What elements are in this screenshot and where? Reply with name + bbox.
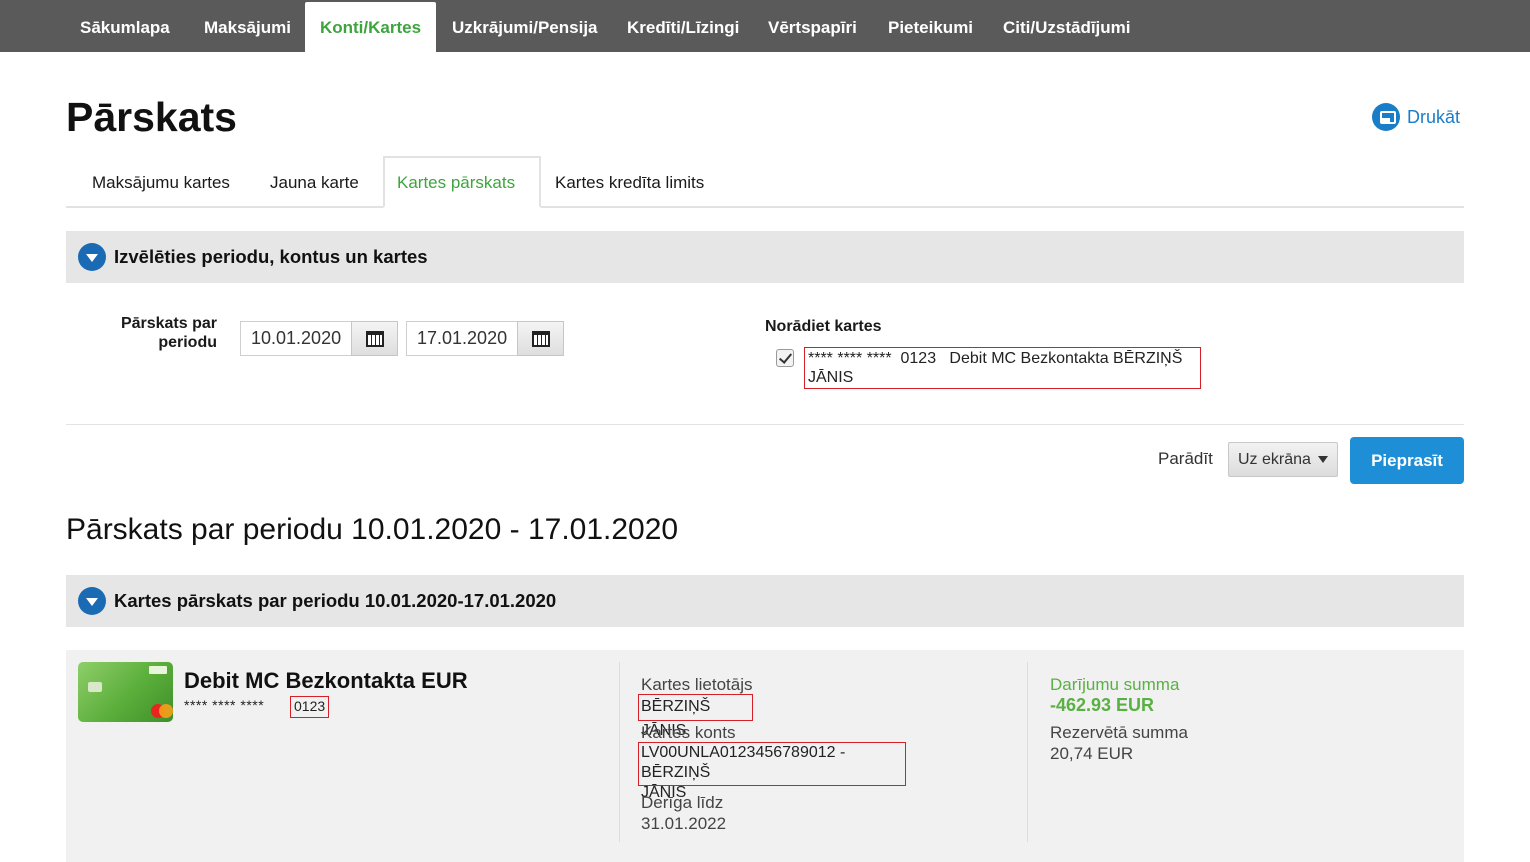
output-select[interactable]: Uz ekrāna [1228,442,1338,477]
card-last-digits: 0123 [290,696,330,718]
printer-icon [1372,103,1400,131]
card-user-value: BĒRZIŅŠ JĀNIS [638,694,753,739]
tab-new-card[interactable]: Jauna karte [270,156,359,208]
card-option-line2: JĀNIS [808,369,854,386]
date-from-input[interactable]: 10.01.2020 [240,321,352,356]
card-number-mask: **** **** **** [184,697,265,713]
tab-card-credit-limit[interactable]: Kartes kredīta limits [555,156,704,208]
card-option-label[interactable]: **** **** **** 0123 Debit MC Bezkontakta… [804,347,1201,389]
period-label: Pārskats par periodu [100,314,217,352]
nav-item-securities[interactable]: Vērtspapīri [768,0,857,52]
transactions-sum-label: Darījumu summa [1050,675,1180,694]
filter-section-header[interactable]: Izvēlēties periodu, kontus un kartes [66,231,1464,283]
nav-item-applications[interactable]: Pieteikumi [888,0,973,52]
reserved-sum-value: 20,74 EUR [1050,744,1134,763]
card-account-label: Kartes konts [641,723,736,742]
nav-item-other-settings[interactable]: Citi/Uzstādījumi [1003,0,1131,52]
period-label-line1: Pārskats par [120,315,217,332]
calendar-icon [531,330,550,347]
chevron-down-icon [78,243,106,271]
cards-label: Norādiet kartes [765,318,882,335]
date-to-input[interactable]: 17.01.2020 [406,321,518,356]
calendar-icon [365,330,384,347]
nav-item-home[interactable]: Sākumlapa [80,0,170,52]
column-divider [619,662,620,842]
tab-payment-cards[interactable]: Maksājumu kartes [92,156,230,208]
card-account-line1: LV00UNLA0123456789012 - BĒRZIŅŠ [641,744,846,781]
date-from-calendar-button[interactable] [351,321,398,356]
transactions-sum-value: -462.93 EUR [1050,695,1155,715]
chevron-down-icon [1318,456,1328,463]
card-checkbox[interactable] [776,349,794,367]
nav-item-savings-pension[interactable]: Uzkrājumi/Pensija [452,0,598,52]
print-label: Drukāt [1407,106,1461,127]
card-image [78,662,173,722]
card-valid-label: Derīga līdz [641,793,724,812]
page-title: Pārskats [66,94,237,140]
date-to-calendar-button[interactable] [517,321,564,356]
top-navigation: Sākumlapa Maksājumi Konti/Kartes Uzkrāju… [0,0,1530,54]
card-valid-value: 31.01.2022 [641,814,727,833]
divider [66,424,1464,425]
card-account-value: LV00UNLA0123456789012 - BĒRZIŅŠ JĀNIS [638,742,906,801]
request-button[interactable]: Pieprasīt [1350,437,1464,484]
card-statement-section-header[interactable]: Kartes pārskats par periodu 10.01.2020-1… [66,575,1464,627]
subtabs: Maksājumu kartes Jauna karte Kartes pārs… [66,156,1464,208]
mastercard-logo-icon [159,704,173,718]
reserved-sum-label: Rezervētā summa [1050,723,1188,742]
card-user-label: Kartes lietotājs [641,675,753,694]
tab-card-statement[interactable]: Kartes pārskats [383,156,541,208]
report-heading: Pārskats par periodu 10.01.2020 - 17.01.… [66,513,679,546]
nav-item-credits-leasing[interactable]: Kredīti/Līzingi [627,0,739,52]
show-label: Parādīt [1158,449,1213,468]
card-chip-icon [88,682,102,692]
nav-item-payments[interactable]: Maksājumi [204,0,291,52]
chevron-down-icon [78,587,106,615]
nav-item-accounts-cards[interactable]: Konti/Kartes [305,2,436,54]
bank-logo-icon [149,666,167,674]
card-name: Debit MC Bezkontakta EUR [184,668,468,693]
period-label-line2: periodu [158,334,217,351]
card-option-line1: **** **** **** 0123 Debit MC Bezkontakta… [808,350,1183,367]
filter-section-title: Izvēlēties periodu, kontus un kartes [114,246,428,267]
print-link[interactable]: Drukāt [1372,102,1460,132]
card-statement-section-title: Kartes pārskats par periodu 10.01.2020-1… [114,590,557,611]
column-divider [1027,662,1028,842]
output-select-value: Uz ekrāna [1238,451,1311,468]
